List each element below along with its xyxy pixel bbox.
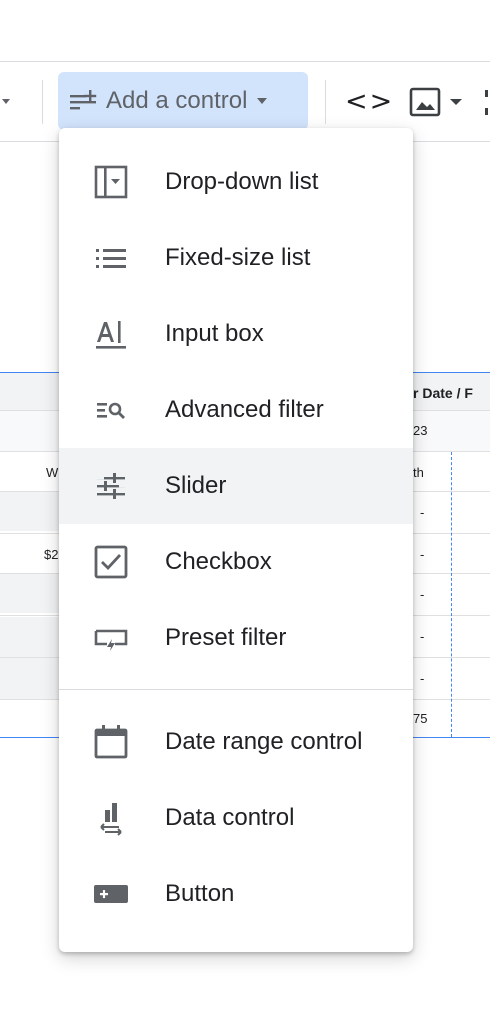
calendar-icon: [91, 722, 131, 762]
dropdown-list-icon: [91, 162, 131, 202]
menu-item-label: Input box: [165, 320, 264, 347]
add-control-menu: Drop-down list Fixed-size list Input box: [59, 128, 413, 952]
menu-item-slider[interactable]: Slider: [59, 448, 413, 524]
input-box-icon: [91, 314, 131, 354]
slider-icon: [91, 466, 131, 506]
add-control-icon: [70, 90, 97, 110]
menu-item-date-range-control[interactable]: Date range control: [59, 704, 413, 780]
table-cell-fragment: W: [46, 465, 59, 480]
menu-item-label: Checkbox: [165, 548, 272, 575]
menu-item-fixed-size-list[interactable]: Fixed-size list: [59, 220, 413, 296]
top-bar: [0, 0, 490, 62]
advanced-filter-icon: [91, 390, 131, 430]
menu-item-checkbox[interactable]: Checkbox: [59, 524, 413, 600]
chevron-down-icon: [257, 98, 268, 104]
more-icon[interactable]: [484, 88, 490, 118]
table-row-shade: [0, 573, 60, 613]
preset-filter-icon: [91, 618, 131, 658]
add-a-control-label: Add a control: [106, 87, 248, 114]
menu-item-data-control[interactable]: Data control: [59, 780, 413, 856]
toolbar-divider: [42, 80, 43, 124]
table-row-shade: [0, 617, 60, 699]
table-header-fragment: r Date / F: [413, 385, 473, 401]
add-a-control-button[interactable]: Add a control: [58, 72, 308, 130]
menu-item-button[interactable]: Button: [59, 856, 413, 932]
table-cell-fragment: -: [420, 505, 425, 520]
chevron-down-icon[interactable]: [0, 92, 20, 112]
chevron-down-icon: [450, 99, 462, 105]
menu-divider: [59, 689, 413, 690]
menu-item-advanced-filter[interactable]: Advanced filter: [59, 372, 413, 448]
table-cell-fragment: -: [420, 547, 425, 562]
table-cell-fragment: -: [420, 671, 425, 686]
menu-item-drop-down-list[interactable]: Drop-down list: [59, 144, 413, 220]
menu-item-label: Button: [165, 880, 235, 907]
menu-item-input-box[interactable]: Input box: [59, 296, 413, 372]
table-cell-fragment: -: [420, 587, 425, 602]
fixed-list-icon: [91, 238, 131, 278]
table-cell-fragment: -: [420, 629, 425, 644]
checkbox-icon: [91, 542, 131, 582]
table-cell-fragment: $2: [44, 547, 59, 562]
menu-item-label: Slider: [165, 472, 227, 499]
menu-item-label: Fixed-size list: [165, 244, 311, 271]
menu-item-label: Advanced filter: [165, 396, 324, 423]
code-embed-icon[interactable]: <>: [345, 86, 394, 117]
menu-item-label: Drop-down list: [165, 168, 319, 195]
button-icon: [91, 874, 131, 914]
table-cell-fragment: th: [413, 465, 424, 480]
menu-item-label: Preset filter: [165, 624, 287, 651]
menu-item-label: Date range control: [165, 728, 363, 755]
menu-item-preset-filter[interactable]: Preset filter: [59, 600, 413, 676]
table-subheader-fragment: 23: [413, 423, 428, 438]
insert-image-button[interactable]: [408, 84, 478, 120]
toolbar-divider: [325, 80, 326, 124]
column-resize-guide: [451, 452, 452, 737]
table-row-shade: [0, 491, 60, 531]
image-icon: [409, 87, 441, 117]
table-cell-fragment: 75: [413, 711, 428, 726]
menu-item-label: Data control: [165, 804, 295, 831]
data-control-icon: [91, 798, 131, 838]
